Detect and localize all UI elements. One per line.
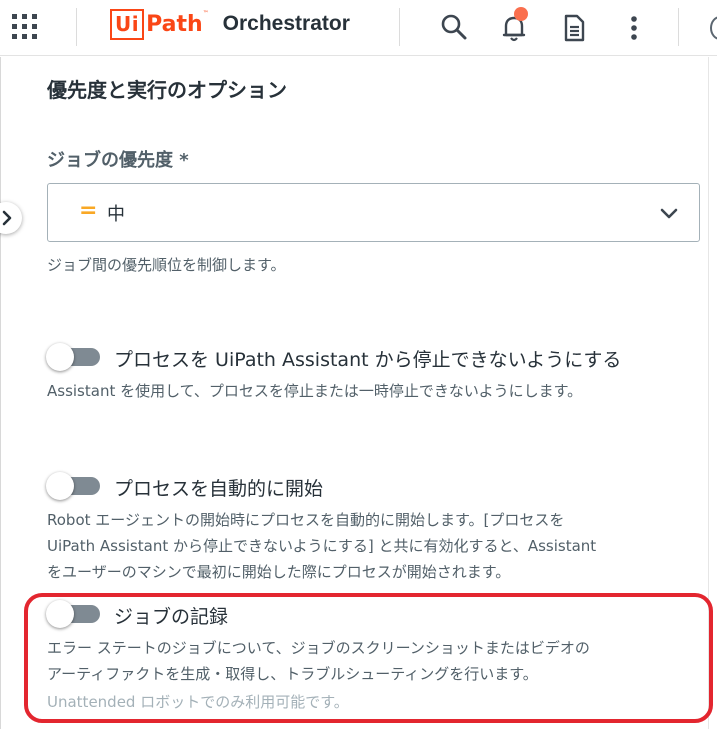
toggle-auto-start[interactable]: [46, 472, 102, 500]
priority-medium-icon: =: [79, 198, 98, 223]
toggle-knob: [46, 472, 74, 500]
divider: [76, 8, 77, 46]
uipath-logo[interactable]: Ui Path ™ Orchestrator: [110, 8, 350, 40]
option-desc-auto-start-1: Robot エージェントの開始時にプロセスを自動的に開始します。[プロセスを: [47, 511, 565, 529]
notification-badge: [514, 7, 528, 21]
logo-trademark: ™: [202, 10, 209, 17]
divider: [678, 8, 679, 46]
toggle-knob: [46, 343, 74, 371]
grid-icon[interactable]: [12, 14, 38, 40]
section-title: 優先度と実行のオプション: [47, 78, 287, 102]
option-desc-auto-start-2: UiPath Assistant から停止できないようにする] と共に有効化する…: [47, 537, 597, 555]
priority-label: ジョブの優先度 *: [47, 150, 189, 171]
bell-icon[interactable]: [496, 7, 532, 46]
expand-panel-button[interactable]: [0, 202, 22, 234]
search-icon[interactable]: [436, 10, 472, 46]
priority-value: 中: [107, 204, 125, 225]
priority-helper-text: ジョブ間の優先順位を制御します。: [47, 256, 286, 274]
priority-select[interactable]: = 中: [47, 183, 700, 242]
product-name: Orchestrator: [222, 12, 350, 35]
divider: [399, 8, 400, 46]
side-rail: [0, 57, 1, 729]
option-label-prevent-stop: プロセスを UiPath Assistant から停止できないようにする: [114, 349, 622, 371]
option-desc-prevent-stop: Assistant を使用して、プロセスを停止または一時停止できないようにします…: [47, 382, 583, 400]
avatar[interactable]: [710, 16, 717, 40]
top-bar: Ui Path ™ Orchestrator: [0, 0, 717, 56]
more-vert-icon[interactable]: [616, 10, 652, 46]
option-label-auto-start: プロセスを自動的に開始: [114, 478, 324, 500]
option-desc-auto-start-3: をユーザーのマシンで最初に開始した際にプロセスが開始されます。: [47, 563, 511, 581]
highlight-box: [24, 593, 713, 723]
document-icon[interactable]: [556, 10, 592, 46]
logo-path: Path: [146, 11, 203, 37]
logo-ui: Ui: [110, 8, 145, 40]
toggle-prevent-stop[interactable]: [46, 343, 102, 371]
chevron-down-icon: [660, 208, 678, 219]
chevron-right-icon: [2, 210, 12, 226]
